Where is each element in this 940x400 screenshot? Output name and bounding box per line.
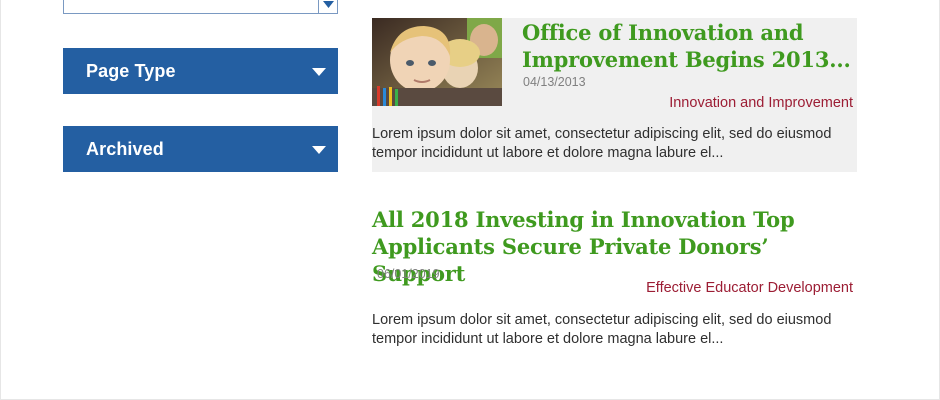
article-category-link[interactable]: Effective Educator Development — [646, 280, 853, 296]
article-date: 06/01/2019 — [377, 267, 440, 281]
archived-filter-button[interactable]: Archived — [63, 126, 338, 172]
article-category-link[interactable]: Innovation and Improvement — [669, 95, 853, 111]
article-title-link[interactable]: Office of Innovation and Improvement Beg… — [522, 19, 852, 73]
children-photo-icon — [372, 18, 502, 106]
article-card: All 2018 Investing in Innovation Top App… — [372, 205, 857, 355]
filter-select[interactable] — [63, 0, 338, 14]
article-card: Office of Innovation and Improvement Beg… — [372, 18, 857, 172]
archived-filter-label: Archived — [86, 139, 164, 159]
chevron-down-icon — [323, 1, 334, 8]
article-date: 04/13/2013 — [523, 75, 586, 89]
page-type-filter-label: Page Type — [86, 61, 176, 81]
select-dropdown-button[interactable] — [318, 0, 337, 13]
article-title-link[interactable]: All 2018 Investing in Innovation Top App… — [372, 206, 852, 287]
article-excerpt: Lorem ipsum dolor sit amet, consectetur … — [372, 126, 832, 161]
page-type-filter-button[interactable]: Page Type — [63, 48, 338, 94]
caret-down-icon — [312, 146, 326, 154]
caret-down-icon — [312, 68, 326, 76]
article-excerpt: Lorem ipsum dolor sit amet, consectetur … — [372, 312, 832, 347]
article-thumbnail[interactable] — [372, 18, 502, 106]
